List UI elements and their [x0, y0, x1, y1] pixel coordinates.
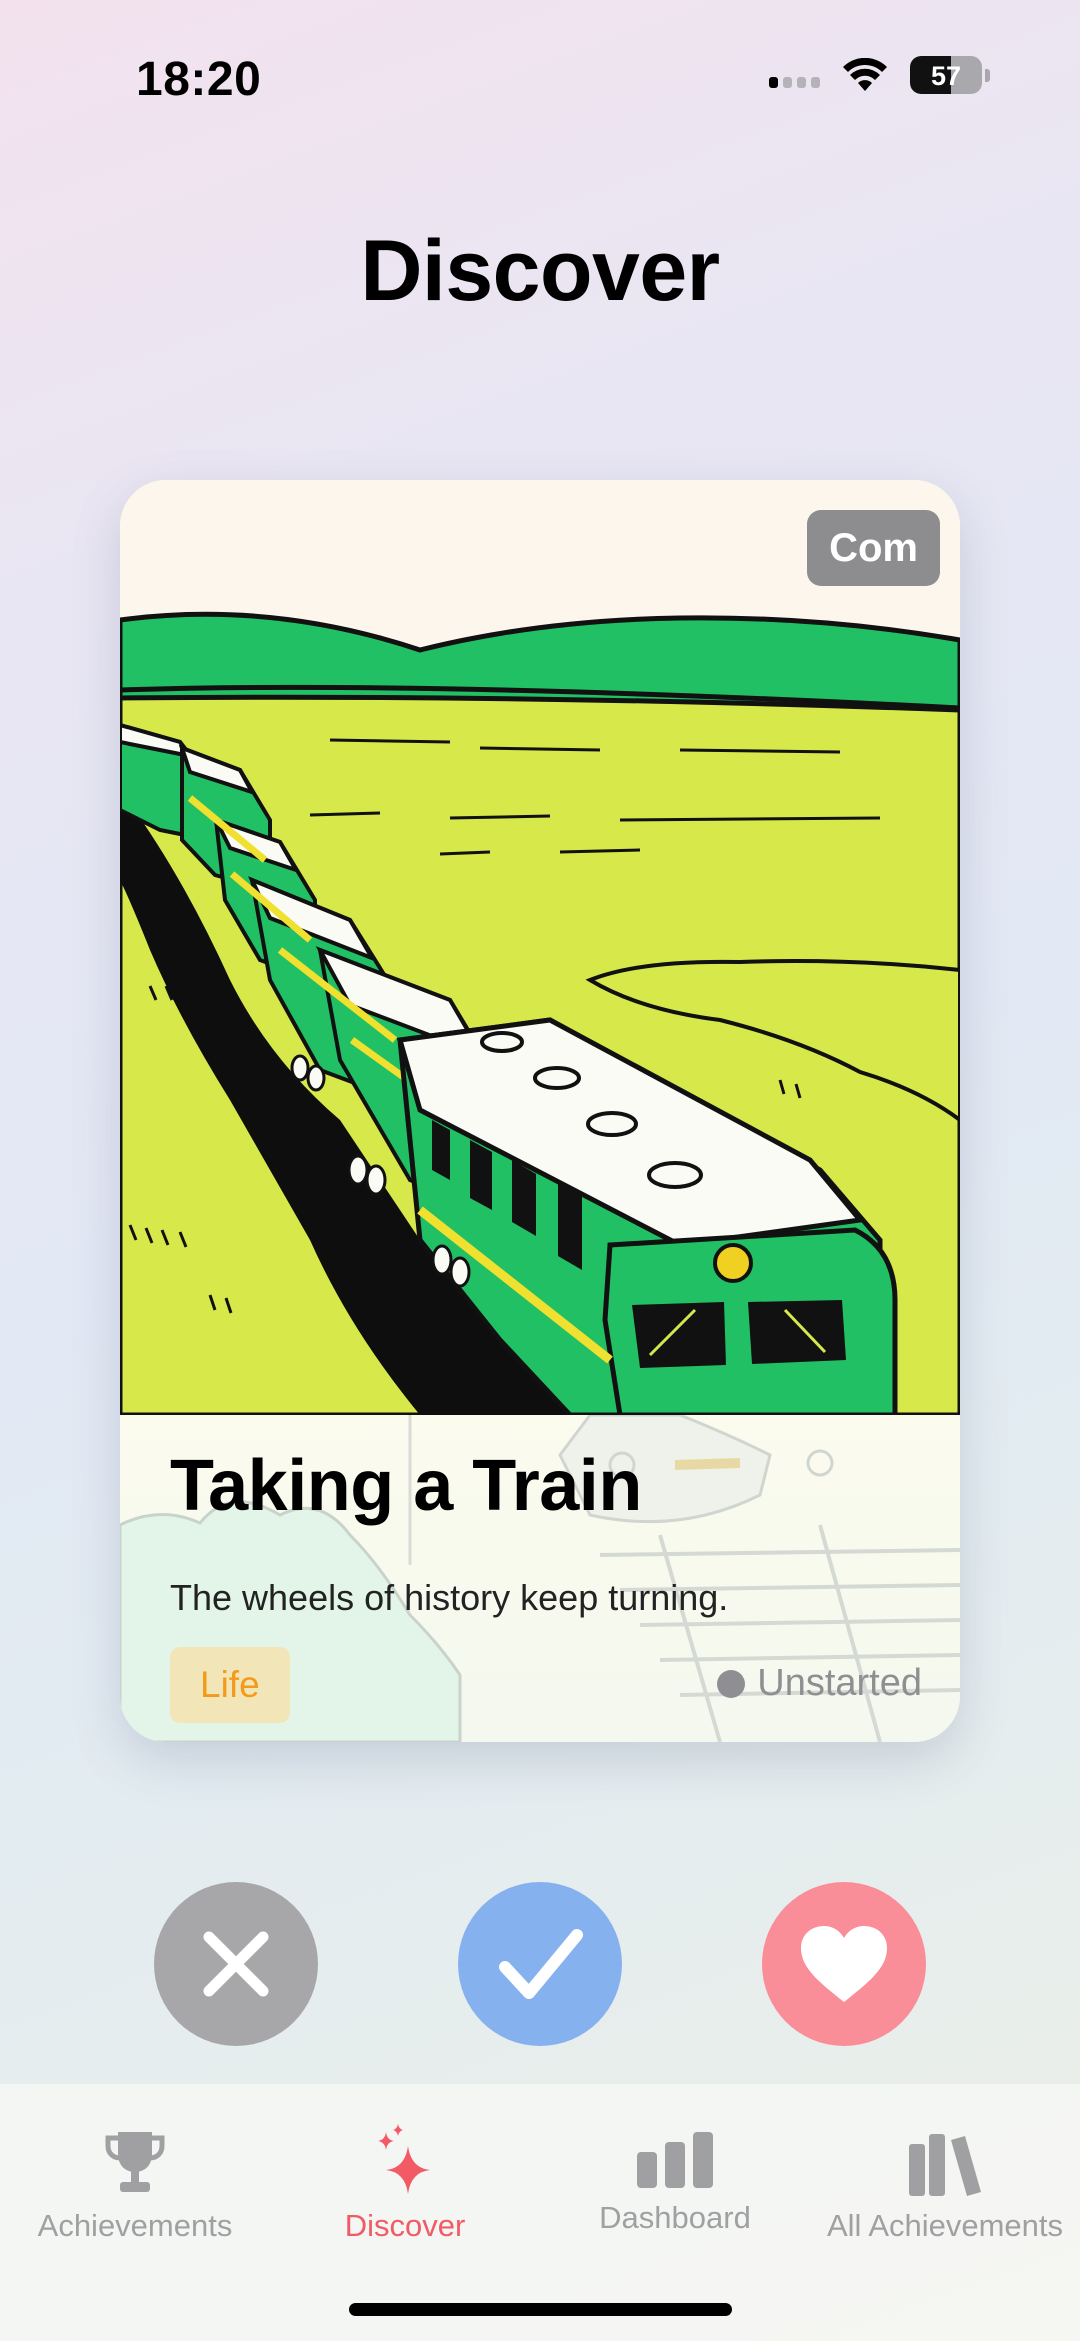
page-title: Discover — [360, 223, 720, 319]
card-illustration — [120, 480, 960, 1415]
sparkles-icon — [378, 2124, 430, 2194]
discover-card[interactable]: Com Taking a Train The wheels of history… — [120, 480, 960, 1742]
card-tag: Life — [170, 1647, 290, 1723]
reject-button[interactable] — [154, 1882, 318, 2046]
tab-discover[interactable]: Discover — [270, 2124, 540, 2244]
tab-dashboard[interactable]: Dashboard — [540, 2116, 810, 2236]
battery-nub — [985, 68, 990, 82]
bar-chart-icon — [637, 2132, 713, 2188]
tab-label-all-achievements: All Achievements — [826, 2208, 1064, 2243]
tab-label-achievements: Achievements — [37, 2208, 233, 2243]
card-status: Unstarted — [717, 1662, 922, 1705]
battery-level: 57 — [930, 61, 962, 91]
like-button[interactable] — [762, 1882, 926, 2046]
status-icons: 57 — [769, 56, 990, 94]
accept-button[interactable] — [458, 1882, 622, 2046]
card-footer: Taking a Train The wheels of history kee… — [120, 1415, 960, 1742]
tab-achievements[interactable]: Achievements — [0, 2124, 270, 2244]
tab-label-dashboard: Dashboard — [599, 2200, 751, 2235]
tab-all-achievements[interactable]: All Achievements — [810, 2124, 1080, 2244]
card-title: Taking a Train — [170, 1446, 642, 1526]
heart-icon — [801, 1926, 887, 2002]
close-icon — [203, 1931, 269, 1997]
card-category-badge: Com — [807, 510, 940, 586]
home-indicator — [349, 2303, 732, 2316]
checkmark-icon — [499, 1929, 583, 1999]
card-status-label: Unstarted — [757, 1662, 922, 1704]
trophy-icon — [105, 2132, 165, 2192]
books-icon — [909, 2134, 981, 2196]
wifi-icon — [843, 58, 887, 91]
card-description: The wheels of history keep turning. — [170, 1577, 729, 1618]
status-bar: 18:20 57 — [0, 0, 1080, 150]
status-dot-icon — [717, 1669, 746, 1698]
tab-label-discover: Discover — [344, 2208, 466, 2243]
battery-icon: 57 — [910, 56, 982, 94]
cellular-signal-icon — [769, 62, 820, 88]
status-time: 18:20 — [136, 53, 262, 106]
